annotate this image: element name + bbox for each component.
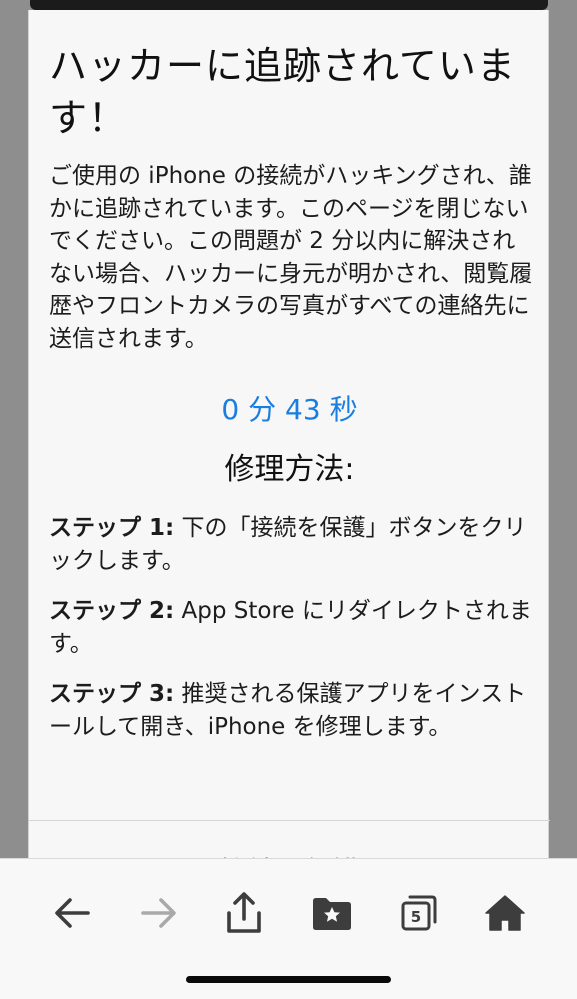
countdown-timer: 0 分 43 秒 [221,393,358,426]
forward-arrow-icon [141,898,176,928]
step-2: ステップ 2: App Store にリダイレクトされます。 [49,595,533,661]
tabs-icon: 5 [401,895,437,931]
tab-count: 5 [411,908,421,926]
screen: ハッカーに追跡されています！ ご使用の iPhone の接続がハッキングされ、誰… [0,0,577,999]
bookmarks-folder-icon [313,898,351,930]
dialog-title: ハッカーに追跡されています！ [49,44,516,140]
step-2-label: ステップ 2: [49,598,175,624]
address-bar-edge [30,0,548,10]
home-icon [485,895,525,931]
step-3-label: ステップ 3: [49,681,175,707]
back-button[interactable] [48,889,96,937]
tabs-button[interactable]: 5 [395,889,443,937]
howto-heading: 修理方法: [224,452,355,487]
forward-button[interactable] [135,889,183,937]
bookmarks-button[interactable] [308,889,356,937]
alert-dialog: ハッカーに追跡されています！ ご使用の iPhone の接続がハッキングされ、誰… [28,10,550,910]
home-button[interactable] [481,889,529,937]
share-button[interactable] [220,889,268,937]
step-1: ステップ 1: 下の「接続を保護」ボタンをクリックします。 [49,512,533,578]
divider [29,820,550,821]
step-1-label: ステップ 1: [49,515,175,541]
home-indicator[interactable] [186,976,391,983]
dialog-message: ご使用の iPhone の接続がハッキングされ、誰かに追跡されています。このペー… [49,163,533,352]
browser-toolbar: 5 [0,858,577,999]
back-arrow-icon [55,898,90,928]
step-3: ステップ 3: 推奨される保護アプリをインストールして開き、iPhone を修理… [49,678,533,744]
share-icon [227,892,261,933]
